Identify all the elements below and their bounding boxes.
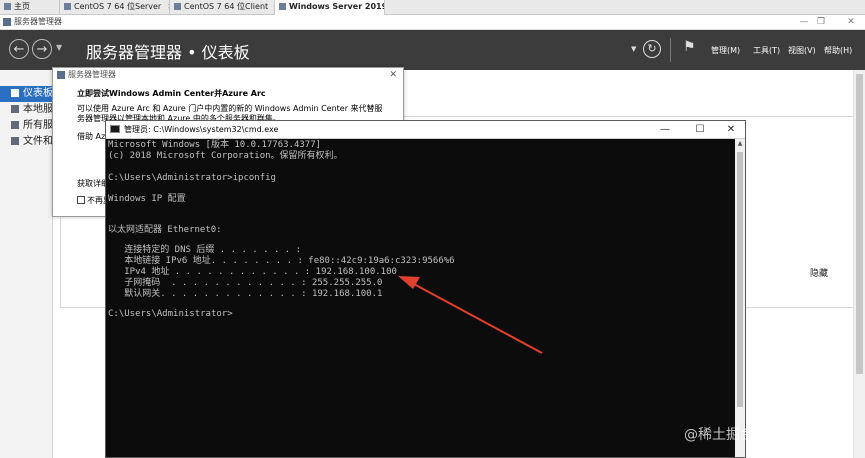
hide-link[interactable]: 隐藏 — [810, 266, 828, 279]
console-line: C:\Users\Administrator>ipconfig — [108, 173, 276, 183]
console-line: 默认网关. . . . . . . . . . . . . : 192.168.… — [108, 289, 383, 299]
console-line: Windows IP 配置 — [108, 194, 186, 204]
scrollbar[interactable] — [853, 70, 865, 458]
console-line: 本地链接 IPv6 地址. . . . . . . . : fe80::42c9… — [108, 256, 455, 266]
minimize-icon[interactable]: — — [653, 121, 677, 138]
vm-icon — [64, 3, 71, 10]
sidebar-item-dashboard[interactable]: 仪表板 — [0, 86, 52, 102]
console-line: 以太网适配器 Ethernet0: — [108, 225, 222, 235]
chevron-down-icon[interactable]: ▼ — [631, 45, 636, 53]
dashboard-icon — [11, 89, 19, 97]
sidebar: 仪表板 本地服务器 所有服务器 文件和存储服务 — [0, 70, 53, 458]
menu-tools[interactable]: 工具(T) — [753, 45, 780, 56]
close-icon[interactable]: ✕ — [719, 121, 743, 138]
cmd-scrollbar[interactable]: ▲ — [735, 139, 745, 457]
console-output[interactable]: Microsoft Windows [版本 10.0.17763.4377] (… — [106, 139, 735, 457]
storage-icon — [11, 137, 19, 145]
vm-tab-centos-client[interactable]: CentOS 7 64 位Client✕ — [170, 0, 275, 14]
page-title: 服务器管理器 • 仪表板 — [86, 43, 250, 62]
forward-button[interactable]: → — [32, 39, 52, 59]
watermark: @稀土掘金技术社区 — [684, 427, 810, 443]
close-icon[interactable]: ✕ — [389, 68, 397, 82]
cmd-window[interactable]: 管理员: C:\Windows\system32\cmd.exe — ☐ ✕ M… — [105, 120, 746, 458]
server-manager-header: ← → ▼ 服务器管理器 • 仪表板 ▼ ↻ ⚑ 管理(M) 工具(T) 视图(… — [0, 30, 865, 70]
vm-icon — [279, 3, 286, 10]
console-line: 连接特定的 DNS 后缀 . . . . . . . : — [108, 245, 302, 255]
cmd-titlebar[interactable]: 管理员: C:\Windows\system32\cmd.exe — ☐ ✕ — [106, 121, 745, 139]
console-line: Microsoft Windows [版本 10.0.17763.4377] — [108, 140, 322, 150]
server-manager-icon — [3, 18, 11, 26]
console-prompt: C:\Users\Administrator> — [108, 309, 233, 319]
console-line: (c) 2018 Microsoft Corporation。保留所有权利。 — [108, 151, 343, 161]
menu-help[interactable]: 帮助(H) — [824, 45, 852, 56]
maximize-icon[interactable]: ❐ — [810, 15, 832, 29]
home-icon — [4, 3, 11, 10]
server-icon — [11, 105, 19, 113]
servers-icon — [11, 121, 19, 129]
vm-tab-windows-server[interactable]: Windows Server 2019✕ — [275, 0, 385, 15]
popup-titlebar: 服务器管理器 ✕ — [53, 68, 403, 82]
console-line: IPv4 地址 . . . . . . . . . . . . : 192.16… — [108, 267, 397, 277]
sidebar-item-all-servers[interactable]: 所有服务器 — [0, 118, 52, 134]
cmd-title: 管理员: C:\Windows\system32\cmd.exe — [124, 125, 279, 134]
sidebar-item-file-storage[interactable]: 文件和存储服务 — [0, 134, 52, 150]
menu-manage[interactable]: 管理(M) — [711, 45, 740, 56]
server-manager-titlebar: 服务器管理器 — ❐ ✕ — [0, 15, 865, 30]
flag-icon[interactable]: ⚑ — [683, 39, 696, 55]
refresh-icon[interactable]: ↻ — [643, 40, 661, 58]
cmd-icon — [110, 125, 120, 133]
checkbox-icon[interactable] — [77, 196, 85, 204]
chevron-down-icon[interactable]: ▼ — [56, 43, 62, 52]
popup-title: 服务器管理器 — [68, 70, 116, 79]
divider — [670, 38, 671, 62]
scrollbar-thumb[interactable] — [856, 74, 863, 374]
scrollbar-thumb[interactable] — [737, 152, 743, 407]
vm-tab-home[interactable]: 主页 — [0, 0, 60, 14]
scroll-up-icon[interactable]: ▲ — [735, 139, 745, 149]
vm-icon — [174, 3, 181, 10]
close-icon[interactable]: ✕ — [840, 15, 862, 29]
vm-tab-bar: 主页 CentOS 7 64 位Server✕ CentOS 7 64 位Cli… — [0, 0, 865, 15]
popup-heading: 立即尝试Windows Admin Center并Azure Arc — [77, 89, 266, 98]
back-button[interactable]: ← — [9, 39, 29, 59]
vm-tab-centos-server[interactable]: CentOS 7 64 位Server✕ — [60, 0, 170, 14]
window-title: 服务器管理器 — [14, 17, 62, 26]
server-manager-icon — [57, 71, 65, 79]
maximize-icon[interactable]: ☐ — [688, 121, 712, 138]
menu-view[interactable]: 视图(V) — [788, 45, 816, 56]
console-line: 子网掩码 . . . . . . . . . . . . : 255.255.2… — [108, 278, 383, 288]
sidebar-item-local-server[interactable]: 本地服务器 — [0, 102, 52, 118]
